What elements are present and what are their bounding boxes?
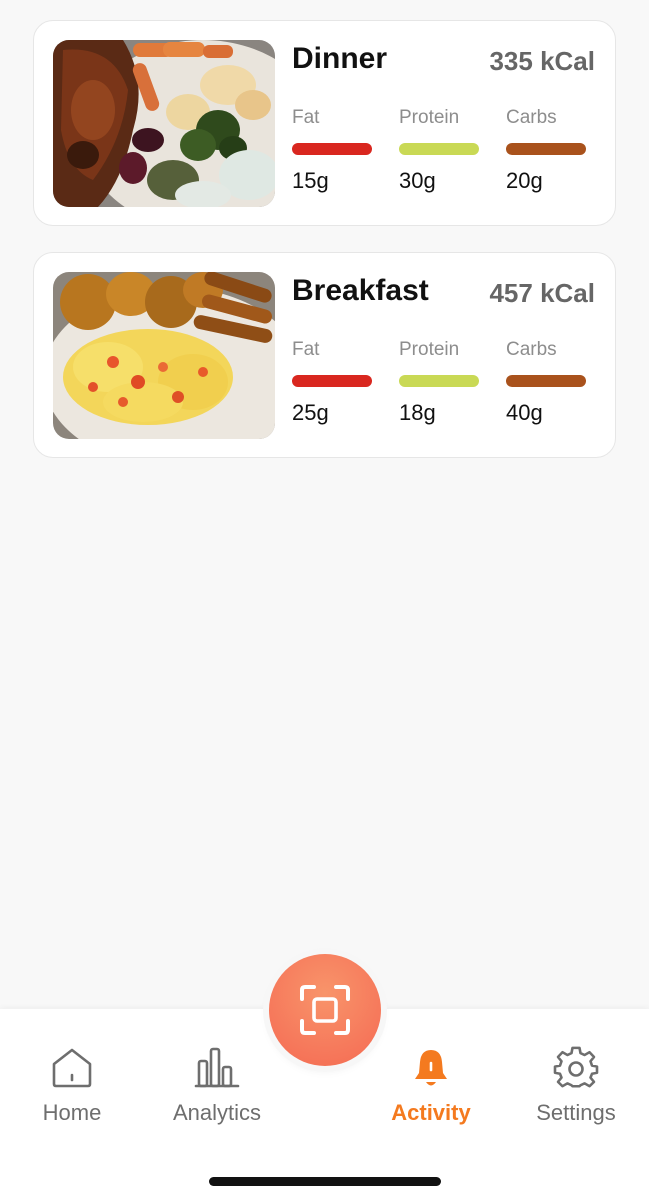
macro-label: Protein [399,107,460,128]
nav-analytics[interactable]: Analytics [152,1045,282,1126]
gear-icon [553,1046,599,1088]
meal-photo [53,40,275,207]
meal-calories: 457 kCal [489,278,595,308]
macro-value: 30g [399,168,436,193]
meal-card-dinner[interactable]: Dinner 335 kCal Fat 15g Protein 30g Carb… [33,20,616,226]
macro-label: Protein [399,339,460,360]
fat-bar [292,143,372,155]
macro-label: Carbs [506,339,557,360]
nav-label: Settings [536,1100,616,1125]
bar-chart-icon [194,1047,240,1088]
macro-label: Fat [292,339,320,360]
macro-value: 20g [506,168,543,193]
macro-value: 40g [506,400,543,425]
macro-value: 15g [292,168,329,193]
macro-protein: Protein 30g [399,107,483,194]
nav-label: Home [42,1100,102,1125]
scan-icon [300,985,350,1035]
home-icon [52,1048,92,1088]
macro-value: 25g [292,400,329,425]
home-indicator[interactable] [209,1177,441,1186]
bell-icon [415,1050,447,1086]
macro-fat: Fat 15g [292,107,376,194]
macro-value: 18g [399,400,436,425]
macro-protein: Protein 18g [399,339,483,426]
meal-calories: 335 kCal [489,46,595,76]
macro-label: Carbs [506,107,557,128]
meal-card-breakfast[interactable]: Breakfast 457 kCal Fat 25g Protein 18g C… [33,252,616,458]
carbs-bar [506,143,586,155]
nav-activity[interactable]: Activity [366,1045,496,1126]
macro-carbs: Carbs 20g [506,107,590,194]
nav-home[interactable]: Home [7,1045,137,1126]
macro-carbs: Carbs 40g [506,339,590,426]
nav-label: Analytics [172,1100,262,1125]
protein-bar [399,375,479,387]
fat-bar [292,375,372,387]
macro-label: Fat [292,107,320,128]
nav-label: Activity [391,1100,471,1125]
meal-photo [53,272,275,439]
screen: Dinner 335 kCal Fat 15g Protein 30g Carb… [0,0,649,1200]
protein-bar [399,143,479,155]
scan-button[interactable] [269,954,381,1066]
macro-fat: Fat 25g [292,339,376,426]
carbs-bar [506,375,586,387]
meal-title: Dinner [292,42,388,75]
meal-title: Breakfast [292,274,429,307]
nav-settings[interactable]: Settings [511,1045,641,1126]
